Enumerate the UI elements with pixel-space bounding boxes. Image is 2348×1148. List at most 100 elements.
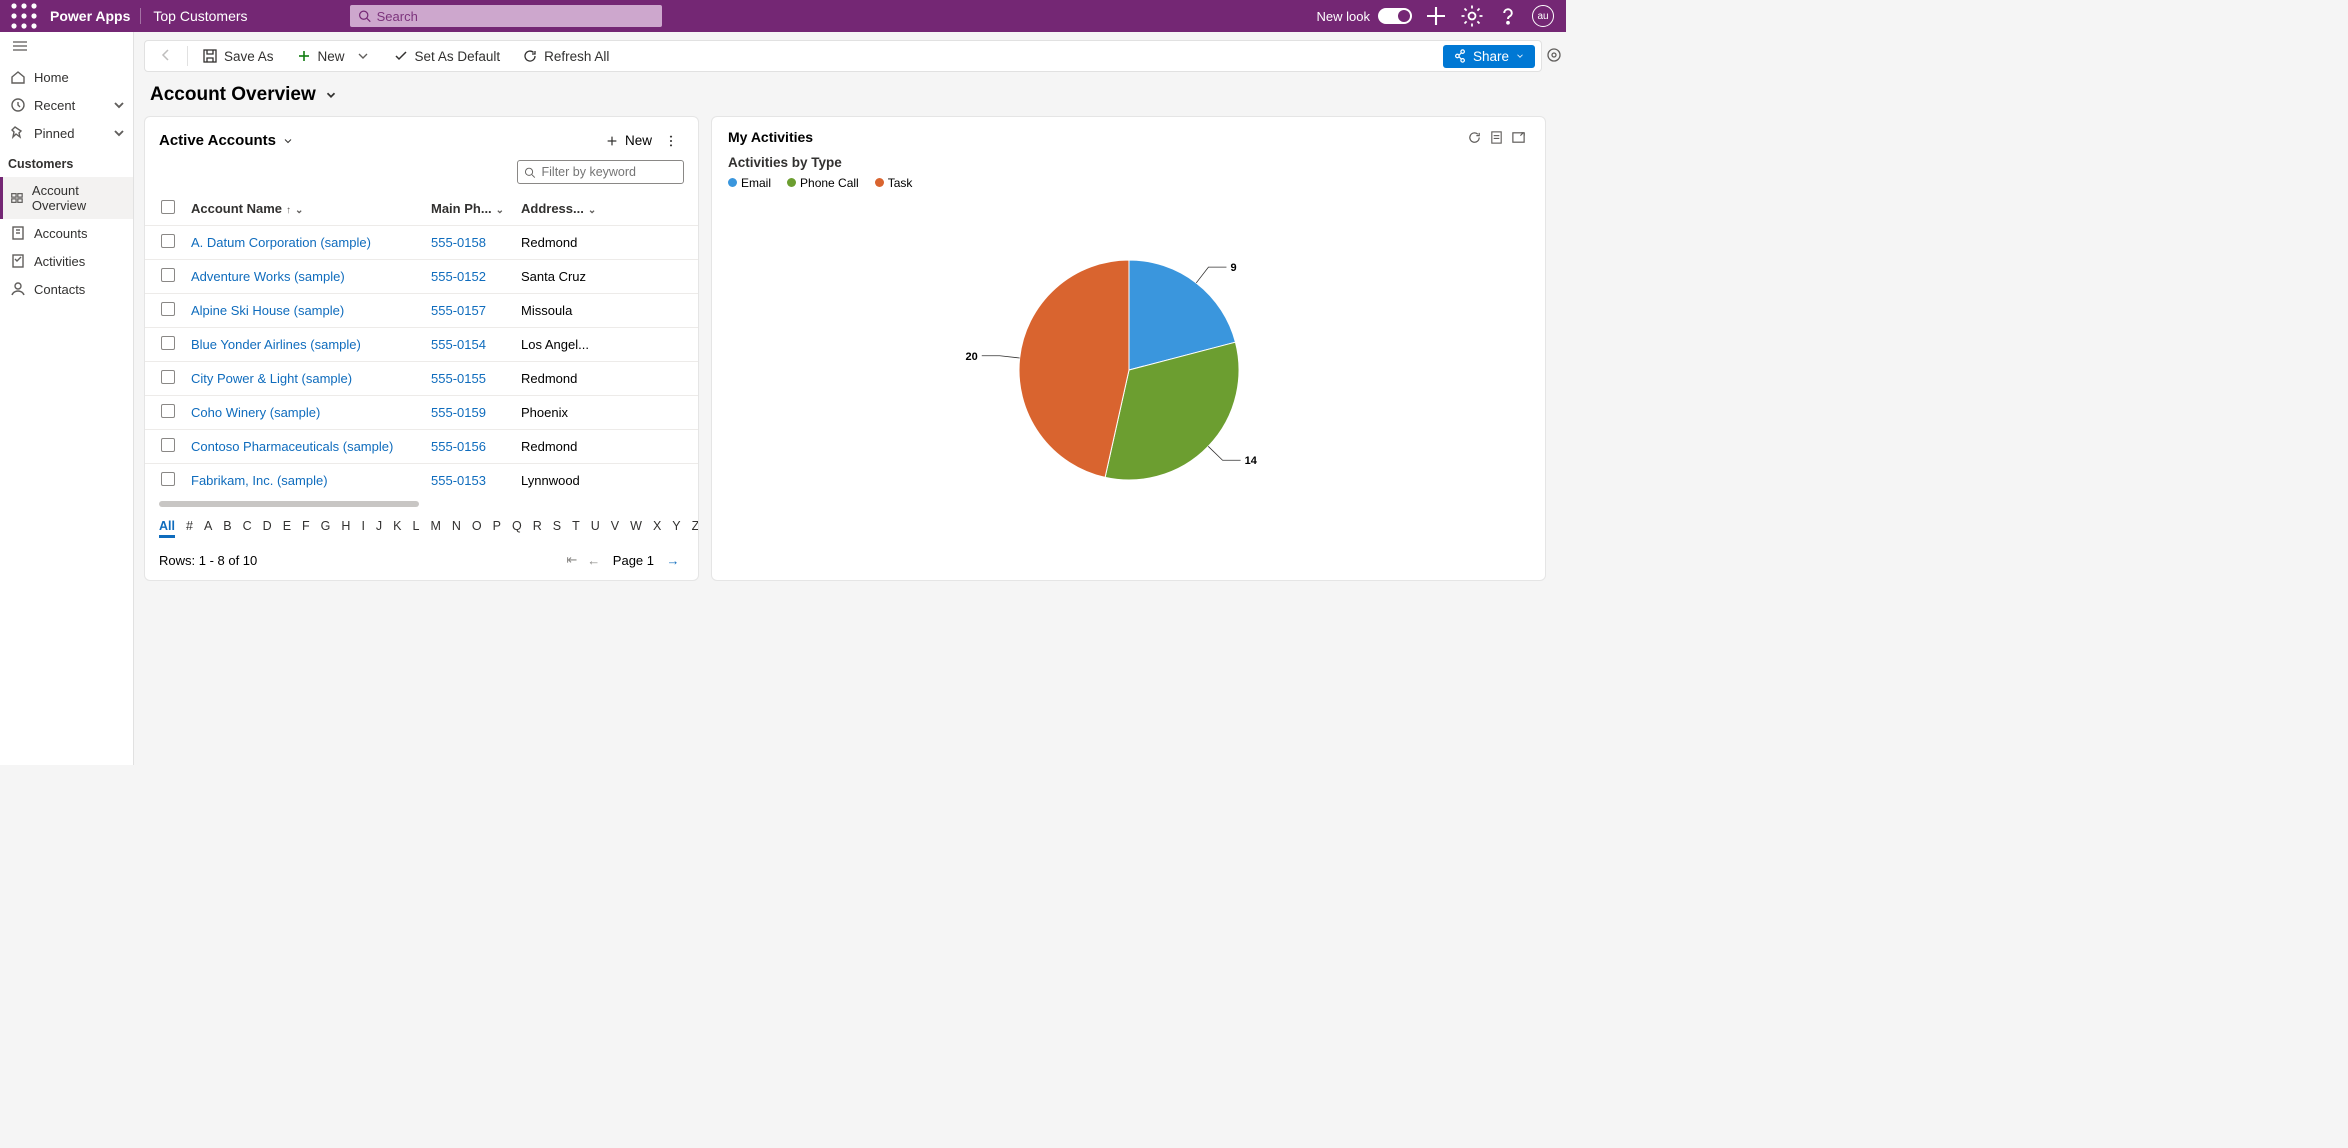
account-name-link[interactable]: Contoso Pharmaceuticals (sample) xyxy=(185,430,425,464)
alpha-A[interactable]: A xyxy=(204,519,212,538)
copilot-icon[interactable] xyxy=(1542,40,1566,64)
account-name-link[interactable]: Alpine Ski House (sample) xyxy=(185,294,425,328)
account-name-link[interactable]: A. Datum Corporation (sample) xyxy=(185,226,425,260)
save-as-button[interactable]: Save As xyxy=(194,44,282,68)
help-icon[interactable] xyxy=(1496,4,1520,28)
alpha-C[interactable]: C xyxy=(243,519,252,538)
share-button[interactable]: Share xyxy=(1443,45,1535,68)
row-checkbox[interactable] xyxy=(161,370,175,384)
accounts-more-button[interactable] xyxy=(658,130,684,152)
alpha-L[interactable]: L xyxy=(413,519,420,538)
pager-prev[interactable]: ← xyxy=(583,553,605,568)
toggle-switch[interactable] xyxy=(1378,8,1412,24)
phone-link[interactable]: 555-0155 xyxy=(425,362,515,396)
alpha-M[interactable]: M xyxy=(430,519,440,538)
alpha-E[interactable]: E xyxy=(283,519,291,538)
phone-link[interactable]: 555-0158 xyxy=(425,226,515,260)
refresh-all-button[interactable]: Refresh All xyxy=(514,44,617,68)
select-all-checkbox[interactable] xyxy=(161,200,175,214)
row-checkbox[interactable] xyxy=(161,472,175,486)
user-avatar[interactable]: au xyxy=(1532,5,1554,27)
col-account-name[interactable]: Account Name↑⌄ xyxy=(185,192,425,226)
accounts-view-selector[interactable]: Active Accounts xyxy=(159,132,294,149)
alpha-D[interactable]: D xyxy=(263,519,272,538)
table-row[interactable]: A. Datum Corporation (sample) 555-0158 R… xyxy=(145,226,698,260)
row-checkbox[interactable] xyxy=(161,302,175,316)
horizontal-scrollbar[interactable] xyxy=(159,501,684,509)
phone-link[interactable]: 555-0159 xyxy=(425,396,515,430)
alpha-P[interactable]: P xyxy=(493,519,501,538)
alpha-J[interactable]: J xyxy=(376,519,382,538)
legend-item[interactable]: Phone Call xyxy=(787,176,859,190)
table-row[interactable]: Coho Winery (sample) 555-0159 Phoenix xyxy=(145,396,698,430)
alpha-K[interactable]: K xyxy=(393,519,401,538)
accounts-new-button[interactable]: New xyxy=(599,129,658,152)
alpha-#[interactable]: # xyxy=(186,519,193,538)
phone-link[interactable]: 555-0156 xyxy=(425,430,515,464)
alpha-S[interactable]: S xyxy=(553,519,561,538)
account-name-link[interactable]: Fabrikam, Inc. (sample) xyxy=(185,464,425,498)
row-checkbox[interactable] xyxy=(161,234,175,248)
page-title[interactable]: Account Overview xyxy=(150,84,1566,106)
legend-item[interactable]: Task xyxy=(875,176,913,190)
pager-first[interactable]: ⇤ xyxy=(561,552,583,568)
row-checkbox[interactable] xyxy=(161,268,175,282)
nav-contacts[interactable]: Contacts xyxy=(0,275,133,303)
row-checkbox[interactable] xyxy=(161,438,175,452)
alpha-Y[interactable]: Y xyxy=(672,519,680,538)
nav-account-overview[interactable]: Account Overview xyxy=(0,177,133,219)
page-breadcrumb[interactable]: Top Customers xyxy=(141,8,259,24)
table-row[interactable]: Adventure Works (sample) 555-0152 Santa … xyxy=(145,260,698,294)
add-icon[interactable] xyxy=(1424,4,1448,28)
nav-accounts[interactable]: Accounts xyxy=(0,219,133,247)
alpha-B[interactable]: B xyxy=(223,519,231,538)
col-main-phone[interactable]: Main Ph...⌄ xyxy=(425,192,515,226)
alpha-U[interactable]: U xyxy=(591,519,600,538)
nav-collapse-icon[interactable] xyxy=(0,32,133,63)
filter-input[interactable] xyxy=(542,165,677,179)
row-checkbox[interactable] xyxy=(161,404,175,418)
phone-link[interactable]: 555-0153 xyxy=(425,464,515,498)
table-row[interactable]: Alpine Ski House (sample) 555-0157 Misso… xyxy=(145,294,698,328)
alpha-O[interactable]: O xyxy=(472,519,482,538)
activities-expand-icon[interactable] xyxy=(1507,130,1529,145)
alpha-R[interactable]: R xyxy=(533,519,542,538)
table-row[interactable]: City Power & Light (sample) 555-0155 Red… xyxy=(145,362,698,396)
account-name-link[interactable]: Blue Yonder Airlines (sample) xyxy=(185,328,425,362)
alpha-T[interactable]: T xyxy=(572,519,580,538)
app-launcher-icon[interactable] xyxy=(8,0,40,32)
nav-activities[interactable]: Activities xyxy=(0,247,133,275)
settings-gear-icon[interactable] xyxy=(1460,4,1484,28)
pager-next[interactable]: → xyxy=(662,553,684,568)
back-button[interactable] xyxy=(151,48,181,65)
alpha-N[interactable]: N xyxy=(452,519,461,538)
phone-link[interactable]: 555-0152 xyxy=(425,260,515,294)
alpha-G[interactable]: G xyxy=(321,519,331,538)
nav-recent[interactable]: Recent xyxy=(0,91,133,119)
table-row[interactable]: Fabrikam, Inc. (sample) 555-0153 Lynnwoo… xyxy=(145,464,698,498)
account-name-link[interactable]: City Power & Light (sample) xyxy=(185,362,425,396)
alpha-Z[interactable]: Z xyxy=(692,519,699,538)
activities-refresh-icon[interactable] xyxy=(1463,130,1485,145)
new-button[interactable]: New xyxy=(288,44,379,68)
activities-pie-chart[interactable]: 91420 xyxy=(939,210,1319,510)
set-default-button[interactable]: Set As Default xyxy=(385,44,509,68)
alpha-All[interactable]: All xyxy=(159,519,175,538)
account-name-link[interactable]: Coho Winery (sample) xyxy=(185,396,425,430)
new-look-toggle[interactable]: New look xyxy=(1317,8,1412,24)
pie-slice-task[interactable] xyxy=(1019,260,1129,477)
activities-records-icon[interactable] xyxy=(1485,130,1507,145)
filter-keyword-input[interactable] xyxy=(517,160,684,184)
row-checkbox[interactable] xyxy=(161,336,175,350)
global-search[interactable] xyxy=(350,5,662,27)
global-search-input[interactable] xyxy=(377,9,654,24)
account-name-link[interactable]: Adventure Works (sample) xyxy=(185,260,425,294)
col-address[interactable]: Address...⌄ xyxy=(515,192,698,226)
alpha-V[interactable]: V xyxy=(611,519,619,538)
legend-item[interactable]: Email xyxy=(728,176,771,190)
table-row[interactable]: Contoso Pharmaceuticals (sample) 555-015… xyxy=(145,430,698,464)
alpha-F[interactable]: F xyxy=(302,519,310,538)
table-row[interactable]: Blue Yonder Airlines (sample) 555-0154 L… xyxy=(145,328,698,362)
nav-pinned[interactable]: Pinned xyxy=(0,119,133,147)
phone-link[interactable]: 555-0157 xyxy=(425,294,515,328)
